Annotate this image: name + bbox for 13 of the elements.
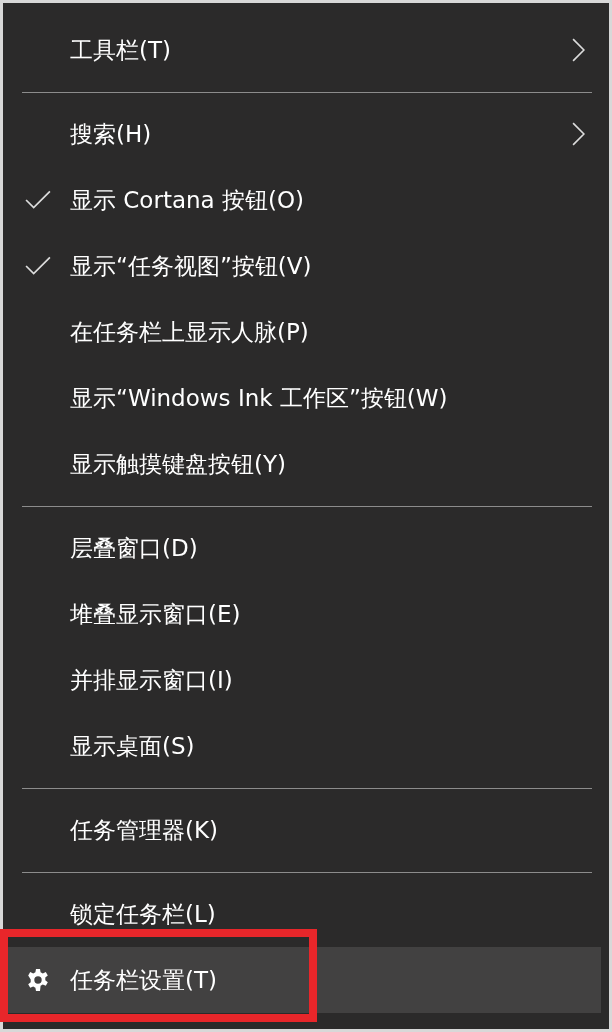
menu-item[interactable]: 层叠窗口(D) bbox=[3, 515, 601, 581]
menu-item[interactable]: 显示桌面(S) bbox=[3, 713, 601, 779]
menu-item[interactable]: 显示触摸键盘按钮(Y) bbox=[3, 431, 601, 497]
menu-item[interactable]: 锁定任务栏(L) bbox=[3, 881, 601, 947]
menu-item[interactable]: 工具栏(T) bbox=[3, 17, 601, 83]
menu-item[interactable]: 任务管理器(K) bbox=[3, 797, 601, 863]
menu-item[interactable]: 在任务栏上显示人脉(P) bbox=[3, 299, 601, 365]
menu-item[interactable]: 显示“任务视图”按钮(V) bbox=[3, 233, 601, 299]
menu-item[interactable]: 并排显示窗口(I) bbox=[3, 647, 601, 713]
menu-item[interactable]: 显示“Windows Ink 工作区”按钮(W) bbox=[3, 365, 601, 431]
menu-item[interactable]: 搜索(H) bbox=[3, 101, 601, 167]
menu-item[interactable]: 显示 Cortana 按钮(O) bbox=[3, 167, 601, 233]
menu-item[interactable]: 堆叠显示窗口(E) bbox=[3, 581, 601, 647]
